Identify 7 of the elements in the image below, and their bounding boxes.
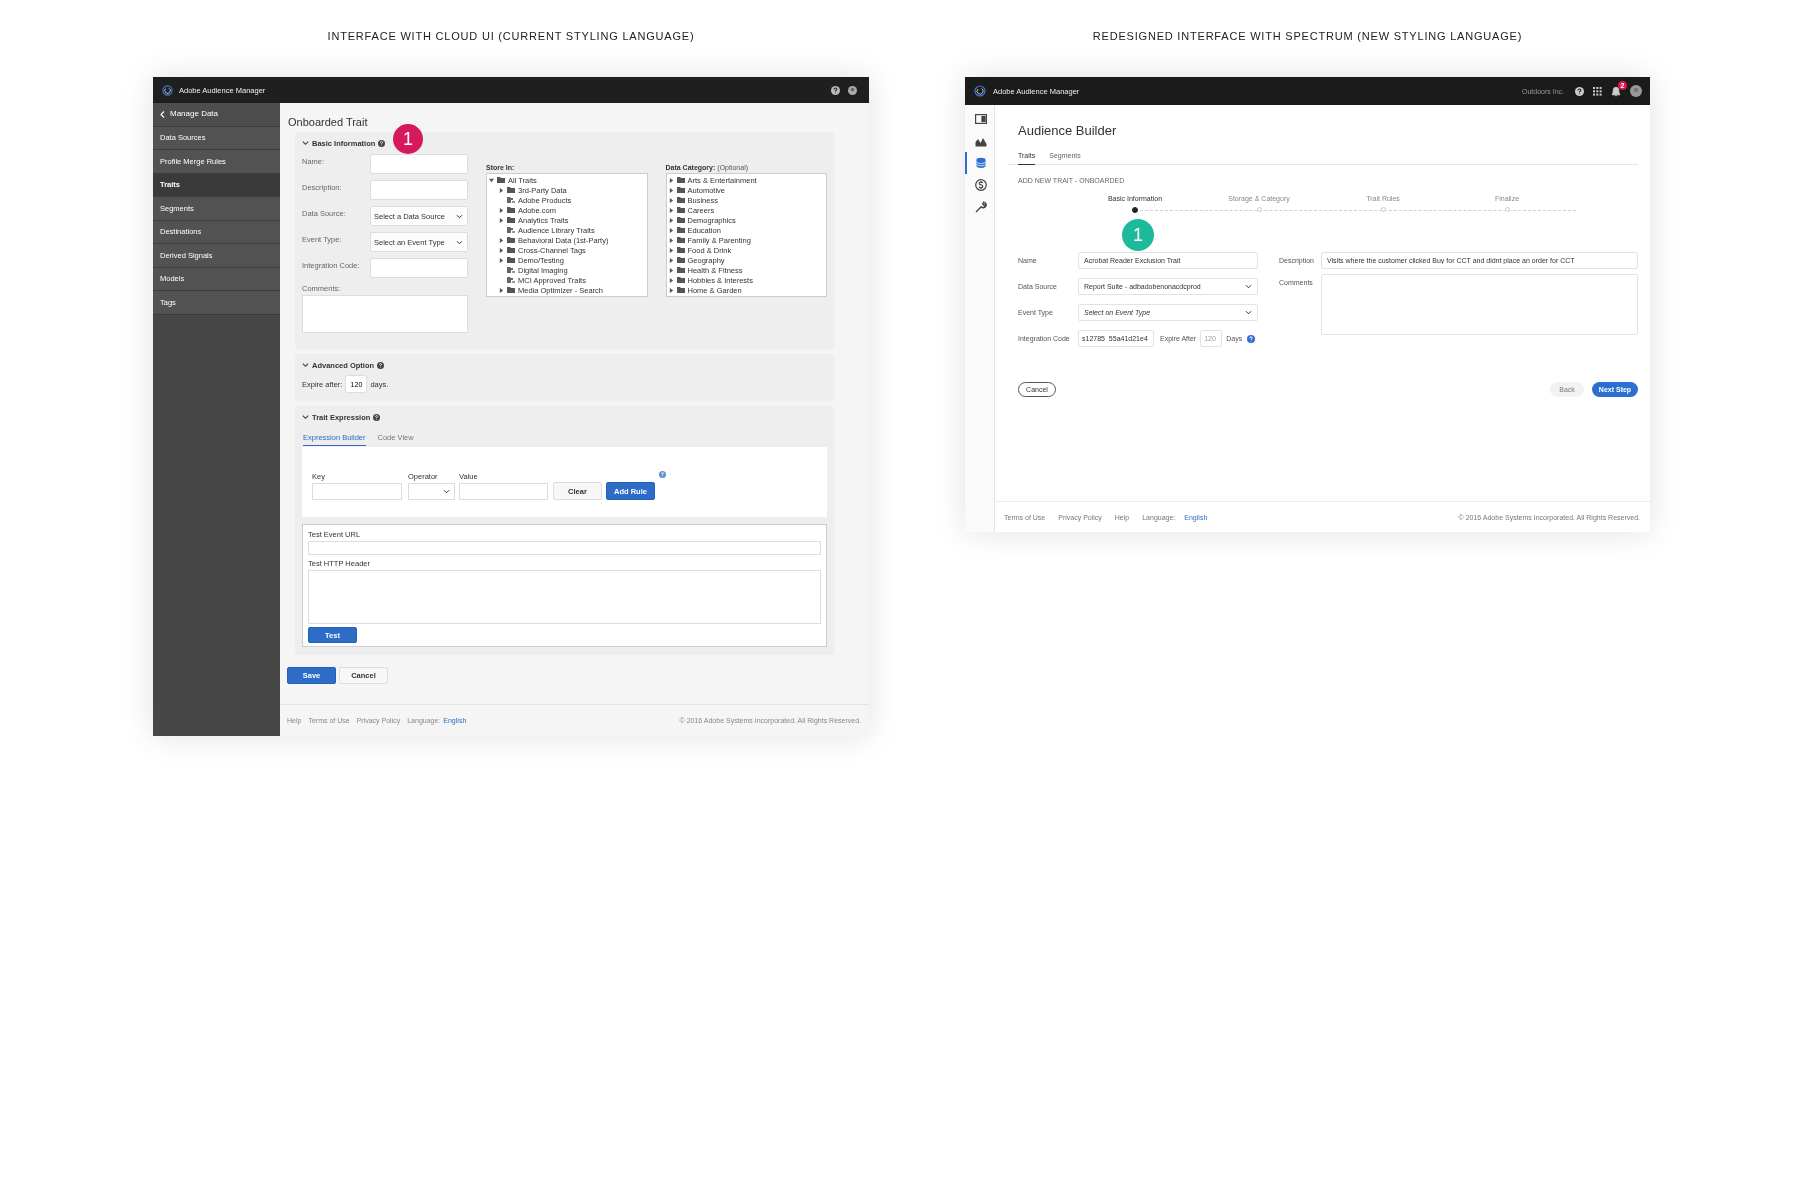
mockup-caption: INTERFACE WITH CLOUD UI (CURRENT STYLING LANGUAGE) (327, 29, 695, 43)
page-title: Onboarded Trait (288, 116, 369, 128)
annotation-badge: 1 (393, 124, 423, 154)
mockup-caption: REDESIGNED INTERFACE WITH SPECTRUM (NEW STYLING LANGUAGE) (1092, 29, 1523, 43)
annotation-badge: 1 (1122, 219, 1154, 251)
back-link[interactable]: Manage Data (170, 109, 219, 120)
page-title: Audience Builder (1018, 123, 1118, 138)
